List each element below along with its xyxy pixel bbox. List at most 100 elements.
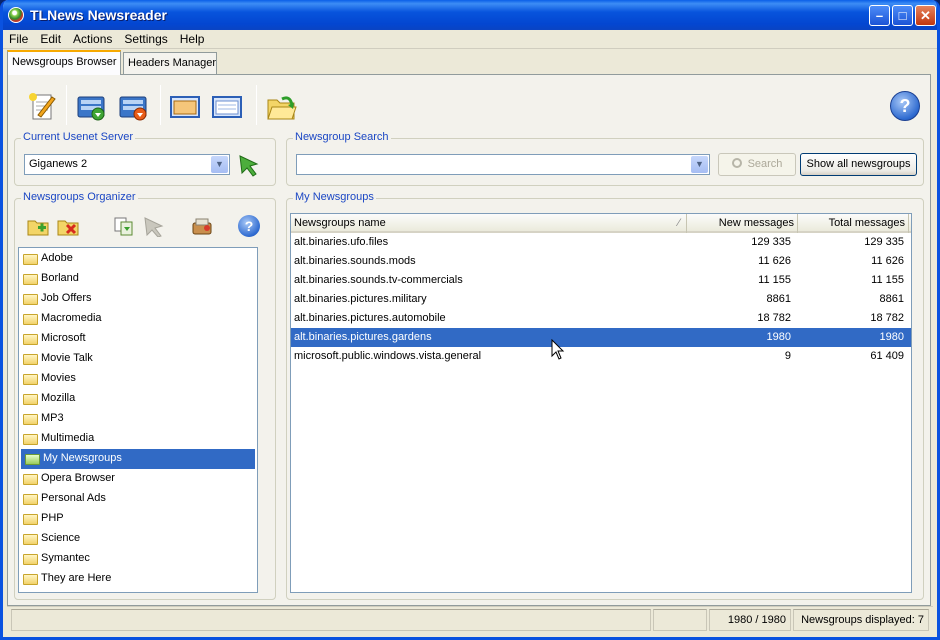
cell-new-messages: 1980 (766, 331, 791, 343)
folder-item[interactable]: Movies (19, 369, 257, 389)
menu-bar: File Edit Actions Settings Help (3, 30, 937, 49)
status-newsgroups-displayed: Newsgroups displayed: 7 (793, 609, 929, 631)
cell-new-messages: 11 155 (758, 274, 791, 286)
search-button-label: Search (747, 158, 783, 170)
minimize-button[interactable]: – (869, 5, 890, 26)
folder-label: MP3 (41, 412, 64, 424)
folder-item[interactable]: Science (19, 529, 257, 549)
folder-label: Personal Ads (41, 492, 106, 504)
table-row[interactable]: microsoft.public.windows.vista.general 9 6… (291, 347, 911, 366)
table-header: Newsgroups name ⁄ New messages Total mes… (291, 214, 911, 233)
folder-item[interactable]: Macromedia (19, 309, 257, 329)
tab-headers-manager[interactable]: Headers Manager (123, 52, 217, 75)
folder-item[interactable]: They are Here (19, 569, 257, 589)
tab-newsgroups-browser[interactable]: Newsgroups Browser (7, 50, 121, 75)
search-button[interactable]: Search (718, 153, 796, 176)
title-bar[interactable]: TLNews Newsreader – □ ✕ (3, 0, 937, 30)
table-body: alt.binaries.ufo.files 129 335 129 335 alt.… (291, 233, 911, 366)
show-all-newsgroups-button[interactable]: Show all newsgroups (800, 153, 917, 176)
app-window: TLNews Newsreader – □ ✕ File Edit Actions S… (0, 0, 940, 640)
cell-total-messages: 8861 (879, 293, 904, 305)
table-row[interactable]: alt.binaries.pictures.automobile 18 782 18… (291, 309, 911, 328)
menu-file[interactable]: File (3, 30, 34, 48)
main-toolbar: ? (16, 81, 922, 127)
chevron-down-icon[interactable]: ▼ (211, 156, 228, 173)
connect-server-icon[interactable] (237, 153, 261, 177)
folder-item[interactable]: Adobe (19, 249, 257, 269)
cell-total-messages: 11 155 (871, 274, 904, 286)
help-icon[interactable]: ? (890, 91, 920, 121)
folder-item[interactable]: Opera Browser (19, 469, 257, 489)
folder-icon (23, 374, 38, 385)
folder-label: Movie Talk (41, 352, 93, 364)
folder-label: Adobe (41, 252, 73, 264)
folder-icon (23, 574, 38, 585)
folder-item[interactable]: My Newsgroups (21, 449, 255, 469)
properties-icon[interactable] (190, 215, 214, 237)
table-row[interactable]: alt.binaries.sounds.tv-commercials 11 155… (291, 271, 911, 290)
folder-item[interactable]: Mozilla (19, 389, 257, 409)
status-panel-main (11, 609, 651, 631)
download-headers-icon[interactable] (116, 89, 150, 123)
sort-indicator-icon: ⁄ (678, 217, 680, 229)
folder-label: Opera Browser (41, 472, 115, 484)
newsgroup-search-group: Newsgroup Search ▼ Search Show all newsg… (286, 131, 924, 186)
delete-folder-icon[interactable] (56, 215, 80, 237)
open-folder-icon[interactable] (264, 89, 298, 123)
folder-label: Macromedia (41, 312, 102, 324)
table-row[interactable]: alt.binaries.pictures.gardens 1980 1980 (291, 328, 911, 347)
server-select-value: Giganews 2 (29, 158, 88, 170)
menu-settings[interactable]: Settings (118, 30, 173, 48)
folder-item[interactable]: Job Offers (19, 289, 257, 309)
folder-label: My Newsgroups (43, 452, 122, 464)
maximize-button[interactable]: □ (892, 5, 913, 26)
folder-icon (23, 434, 38, 445)
column-new-messages[interactable]: New messages (687, 214, 798, 233)
newsgroup-search-input[interactable]: ▼ (296, 154, 710, 175)
window-title: TLNews Newsreader (30, 7, 167, 23)
newsgroup-search-legend: Newsgroup Search (293, 131, 391, 143)
folder-item[interactable]: Borland (19, 269, 257, 289)
table-row[interactable]: alt.binaries.ufo.files 129 335 129 335 (291, 233, 911, 252)
cell-total-messages: 61 409 (870, 350, 904, 362)
folder-icon (23, 254, 38, 265)
status-bar: 1980 / 1980 Newsgroups displayed: 7 (7, 606, 933, 632)
table-row[interactable]: alt.binaries.pictures.military 8861 8861 (291, 290, 911, 309)
folder-item[interactable]: Multimedia (19, 429, 257, 449)
menu-help[interactable]: Help (174, 30, 211, 48)
menu-actions[interactable]: Actions (67, 30, 118, 48)
status-message-count: 1980 / 1980 (709, 609, 791, 631)
view-panel-icon[interactable] (168, 89, 202, 123)
add-folder-icon[interactable] (26, 215, 50, 237)
folder-label: Movies (41, 372, 76, 384)
download-newsgroups-icon[interactable] (74, 89, 108, 123)
folder-icon (23, 534, 38, 545)
cell-new-messages: 129 335 (751, 236, 791, 248)
folder-icon (23, 514, 38, 525)
mouse-cursor-icon (551, 338, 565, 361)
status-panel-empty (653, 609, 707, 631)
folder-item[interactable]: MP3 (19, 409, 257, 429)
usenet-server-group: Current Usenet Server Giganews 2 ▼ (14, 131, 276, 186)
newsgroups-browser-page: ? Current Usenet Server Giganews 2 ▼ New… (7, 74, 931, 606)
chevron-down-icon[interactable]: ▼ (691, 156, 708, 173)
folder-item[interactable]: Symantec (19, 549, 257, 569)
menu-edit[interactable]: Edit (34, 30, 67, 48)
view-list-icon[interactable] (210, 89, 244, 123)
folder-icon (23, 334, 38, 345)
my-newsgroups-legend: My Newsgroups (293, 191, 376, 203)
folder-item[interactable]: PHP (19, 509, 257, 529)
close-button[interactable]: ✕ (915, 5, 936, 26)
column-total-messages[interactable]: Total messages (798, 214, 909, 233)
organizer-help-icon[interactable]: ? (238, 215, 260, 237)
table-row[interactable]: alt.binaries.sounds.mods 11 626 11 626 (291, 252, 911, 271)
newsgroups-folder-list: Adobe Borland Job Offers Macromedia Microsof… (18, 247, 258, 593)
new-message-icon[interactable] (24, 89, 58, 123)
folder-icon (23, 494, 38, 505)
server-select[interactable]: Giganews 2 ▼ (24, 154, 230, 175)
folder-item[interactable]: Movie Talk (19, 349, 257, 369)
folder-item[interactable]: Personal Ads (19, 489, 257, 509)
move-newsgroups-icon[interactable] (112, 215, 136, 237)
column-newsgroups-name[interactable]: Newsgroups name ⁄ (291, 214, 687, 233)
folder-item[interactable]: Microsoft (19, 329, 257, 349)
